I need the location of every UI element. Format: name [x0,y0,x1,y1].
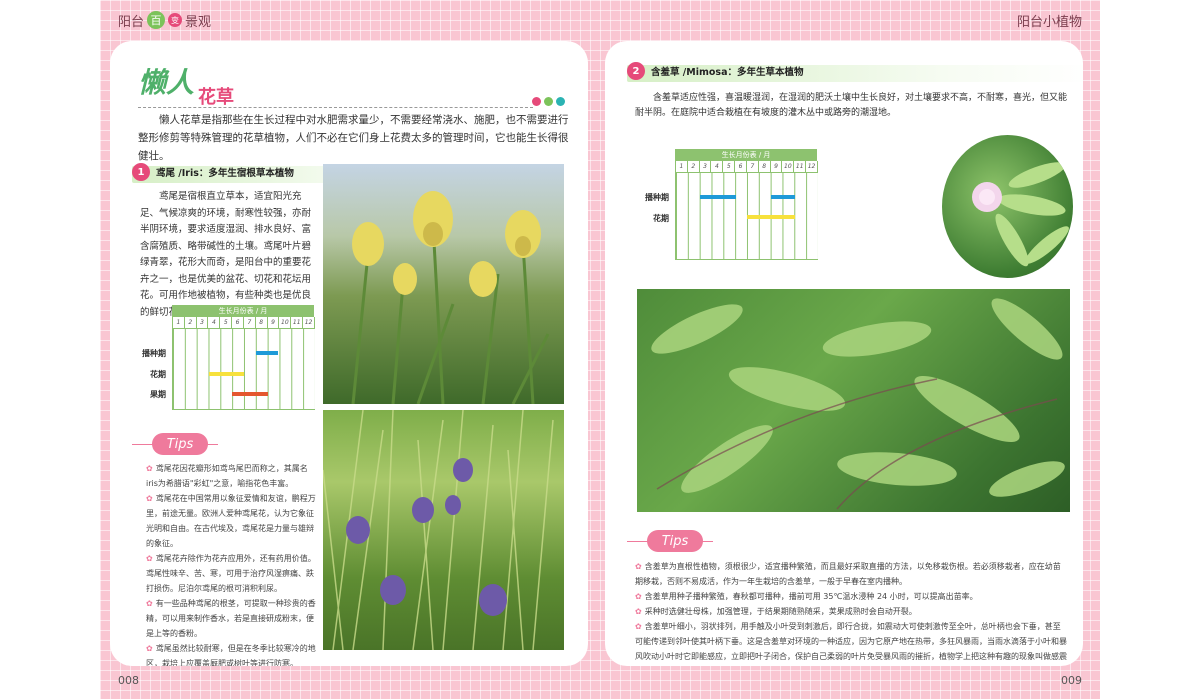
folio-left: 008 [118,674,139,687]
tip-item: ✿ 含羞草为直根性植物，须根很少，适宜播种繁殖，而且最好采取直播的方法，以免移栽伤… [635,562,1061,586]
title-main: 懒人 [138,66,195,99]
calendar-grid [172,329,315,410]
month-cell: 6 [735,161,747,173]
month-cell: 4 [208,317,221,329]
month-cell: 6 [232,317,244,329]
calendar-row-labels-right: 播种期 花期 [633,188,669,229]
row-label-fruiting: 果期 [150,390,166,399]
month-cell: 8 [255,317,268,329]
month-cell: 11 [794,161,807,173]
tip-item: ✿ 鸢尾花卉除作为花卉应用外，还有药用价值。鸢尾性味辛、苦、寒，可用于治疗风湿痹痛… [146,554,316,593]
header-left-text-a: 阳台 [118,14,145,30]
row-label-sowing: 播种期 [142,349,166,358]
tip-item: ✿ 有一些品种鸢尾的根茎，可提取一种珍贵的香精，可以用来制作香水，若是直接研成粉末… [146,599,316,638]
sowing-bar [256,351,278,355]
row-label-flowering: 花期 [653,213,669,223]
section-1-title-text: 鸢尾 /Iris：多年生宿根草本植物 [156,168,294,179]
calendar-header: 生长月份表 / 月 [172,305,314,317]
month-cell: 5 [723,161,736,173]
intro-text: 懒人花草是指那些在生长过程中对水肥需求量少，不需要经常浇水、施肥，也不需要进行整… [138,114,569,162]
month-cell: 2 [184,317,197,329]
tip-item: ✿ 含羞草用种子播种繁殖，春秋都可播种，播前可用 35℃温水浸种 24 小时，可以… [635,592,978,601]
left-page: 懒人 花草 懒人花草是指那些在生长过程中对水肥需求量少，不需要经常浇水、施肥，也… [110,41,588,666]
row-label-sowing: 播种期 [645,193,669,202]
tip-text: 含羞草为直根性植物，须根很少，适宜播种繁殖，而且最好采取直播的方法，以免移栽伤根… [635,562,1061,586]
tip-text: 含羞草用种子播种繁殖，春秋都可播种，播前可用 35℃温水浸种 24 小时，可以提… [644,592,978,601]
tip-text: 采种时选健壮母株，加强管理，于结果期随熟随采，荚果成熟时会自动开裂。 [644,607,917,616]
tips-badge-right: Tips [647,530,703,552]
tips-list-left: ✿ 鸢尾花因花瓣形如鸢鸟尾巴而称之，其属名iris为希腊语"彩虹"之意，喻指花色丰… [146,461,316,666]
mimosa-leaves-photo [637,289,1070,512]
section-1-body: 鸢尾是宿根直立草本，适宜阳光充足、气候凉爽的环境，耐寒性较强，亦耐半阴环境，要求… [140,191,312,318]
calendar-months: 1 2 3 4 5 6 7 8 9 10 11 12 [675,161,818,173]
month-cell: 3 [196,317,209,329]
title-dots [532,97,565,106]
growth-calendar-right: 生长月份表 / 月 1 2 3 4 5 6 7 8 9 10 11 12 [675,149,818,260]
month-cell: 2 [687,161,700,173]
tip-item: ✿ 鸢尾花在中国常用以象征爱情和友谊，鹏程万里，前途无量。欧洲人爱种鸢尾花，认为它… [146,494,316,548]
month-cell: 9 [770,161,783,173]
fruiting-bar [232,392,268,396]
calendar-header: 生长月份表 / 月 [675,149,817,161]
month-cell: 10 [782,161,795,173]
row-label-flowering: 花期 [150,369,166,379]
iris-yellow-photo [323,164,564,404]
section-2-body: 含羞草适应性强，喜温暖湿润，在湿润的肥沃土壤中生长良好，对土壤要求不高，不耐寒，… [635,93,1068,118]
header-left: 阳台 百 变 景观 [118,0,211,40]
tip-item: ✿ 鸢尾虽然比较耐寒，但是在冬季比较寒冷的地区，栽培上应覆盖厩肥或树叶等进行防寒。 [146,644,316,666]
tip-text: 鸢尾虽然比较耐寒，但是在冬季比较寒冷的地区，栽培上应覆盖厩肥或树叶等进行防寒。 [146,644,316,666]
section-2-title-text: 含羞草 /Mimosa：多年生草本植物 [651,67,804,78]
page-title: 懒人 花草 [138,61,234,108]
flowering-bar [209,372,244,376]
tips-badge-left: Tips [152,433,208,455]
header-left-text-b: 景观 [185,14,212,30]
section-1-title: 1 鸢尾 /Iris：多年生宿根草本植物 [132,163,294,181]
month-cell: 5 [220,317,233,329]
month-cell: 9 [267,317,280,329]
month-cell: 12 [806,161,818,173]
header-right: 阳台小植物 [1016,14,1082,30]
book-spread: 阳台 百 变 景观 阳台小植物 懒人 花草 懒人花草是指那些在生长过程中对水肥需… [100,0,1100,699]
mimosa-flower-photo [942,135,1073,278]
flowering-bar [747,215,795,219]
header-badge-2: 变 [168,13,183,27]
section-2-title: 2 含羞草 /Mimosa：多年生草本植物 [627,62,803,80]
tip-item: ✿ 鸢尾花因花瓣形如鸢鸟尾巴而称之，其属名iris为希腊语"彩虹"之意，喻指花色丰… [146,464,308,488]
calendar-months: 1 2 3 4 5 6 7 8 9 10 11 12 [172,317,315,329]
month-cell: 7 [746,161,759,173]
section-2-number: 2 [627,62,645,80]
folio-right: 009 [1061,674,1082,687]
tip-item: ✿ 采种时选健壮母株，加强管理，于结果期随熟随采，荚果成熟时会自动开裂。 [635,607,917,616]
sowing-bar-spring [700,195,736,199]
tip-text: 鸢尾花在中国常用以象征爱情和友谊，鹏程万里，前途无量。欧洲人爱种鸢尾花，认为它象… [146,494,316,548]
month-cell: 1 [173,317,185,329]
tip-text: 鸢尾花卉除作为花卉应用外，还有药用价值。鸢尾性味辛、苦、寒，可用于治疗风湿痹痛、… [146,554,316,593]
header-badge-1: 百 [147,11,166,29]
month-cell: 3 [699,161,712,173]
calendar-row-labels-left: 播种期 花期 果期 [130,344,166,406]
tips-list-right: ✿ 含羞草为直根性植物，须根很少，适宜播种繁殖，而且最好采取直播的方法，以免移栽伤… [635,559,1067,666]
month-cell: 10 [279,317,292,329]
month-cell: 4 [711,161,724,173]
growth-calendar-left: 生长月份表 / 月 1 2 3 4 5 6 7 8 9 10 11 12 [172,305,315,410]
title-divider [138,107,533,108]
section-1-number: 1 [132,163,150,181]
month-cell: 11 [291,317,304,329]
month-cell: 1 [676,161,688,173]
calendar-grid [675,173,818,260]
iris-purple-photo [323,410,564,650]
tip-item: ✿ 含羞草叶细小，羽状排列，用手触及小叶受到刺激后，即行合拢，如震动大可使刺激传至… [635,619,1067,666]
month-cell: 12 [303,317,315,329]
tip-text: 含羞草叶细小，羽状排列，用手触及小叶受到刺激后，即行合拢，如震动大可使刺激传至全… [635,622,1067,661]
month-cell: 8 [758,161,771,173]
month-cell: 7 [243,317,256,329]
sowing-bar-autumn [771,195,795,199]
tip-text: 有一些品种鸢尾的根茎，可提取一种珍贵的香精，可以用来制作香水，若是直接研成粉末，… [146,599,316,638]
title-sub: 花草 [198,87,235,108]
right-page: 2 含羞草 /Mimosa：多年生草本植物 含羞草适应性强，喜温暖湿润，在湿润的… [605,41,1083,666]
tip-text: 鸢尾花因花瓣形如鸢鸟尾巴而称之，其属名iris为希腊语"彩虹"之意，喻指花色丰富… [146,464,308,488]
